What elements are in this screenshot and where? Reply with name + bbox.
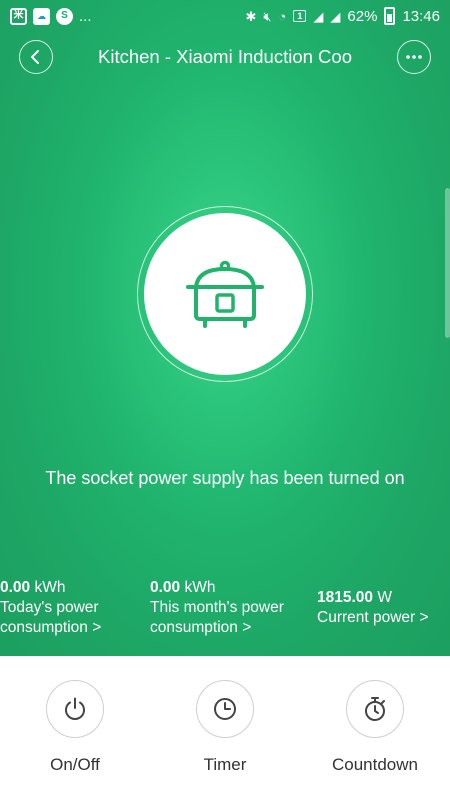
current-unit: W — [377, 589, 392, 606]
mi-home-icon: 米 — [10, 7, 27, 25]
timer-button[interactable] — [196, 680, 254, 738]
month-label-1: This month's power — [150, 599, 284, 616]
status-bar-right: ✱ 🔇︎ ◔ 1 ◢ ◢ 62% 13:46 — [245, 7, 440, 25]
on-off-label: On/Off — [50, 755, 100, 774]
page-title: Kitchen - Xiaomi Induction Coo — [98, 46, 352, 67]
battery-percent: 62% — [347, 7, 378, 25]
power-icon — [65, 697, 85, 720]
signal-icon-2: ◢ — [330, 8, 341, 24]
countdown-button[interactable] — [346, 680, 404, 738]
power-status-message: The socket power supply has been turned … — [45, 468, 405, 488]
today-label-1: Today's power — [0, 599, 99, 616]
timer-tool[interactable]: Timer — [165, 680, 285, 775]
month-consumption[interactable]: 0.00 kWh This month's power consumption … — [150, 578, 284, 638]
mute-icon: 🔇︎ — [263, 8, 272, 24]
countdown-label: Countdown — [331, 755, 418, 774]
status-bar-left: 米 ☁ S ... — [10, 7, 92, 25]
header: Kitchen - Xiaomi Induction Coo — [0, 38, 450, 78]
status-bar: 米 ☁ S ... ✱ 🔇︎ ◔ 1 ◢ ◢ 62% 13:46 — [0, 0, 450, 32]
device-panel: 米 ☁ S ... ✱ 🔇︎ ◔ 1 ◢ ◢ 62% 13:46 Kitchen… — [0, 0, 450, 656]
stopwatch-icon — [365, 697, 385, 721]
device-toggle-circle[interactable] — [144, 213, 306, 375]
current-value: 1815.00 — [317, 589, 374, 606]
cloud-app-icon: ☁ — [33, 7, 50, 25]
clock-icon — [214, 698, 236, 720]
on-off-tool[interactable]: On/Off — [15, 680, 135, 775]
scroll-indicator — [445, 188, 450, 338]
battery-icon — [384, 7, 396, 25]
on-off-button[interactable] — [46, 680, 104, 738]
sim-indicator: 1 — [293, 10, 307, 22]
signal-icon: ◢ — [313, 8, 324, 24]
timer-label: Timer — [203, 755, 247, 774]
bluetooth-icon: ✱ — [245, 8, 257, 24]
today-unit: kWh — [34, 579, 66, 596]
back-button[interactable] — [19, 40, 53, 74]
month-value: 0.00 — [150, 579, 181, 596]
skype-icon: S — [56, 7, 73, 25]
today-consumption-value: 0.00 kWh — [0, 578, 101, 598]
month-label-2: consumption > — [150, 619, 252, 636]
chevron-left-icon — [31, 50, 39, 64]
status-overflow: ... — [79, 7, 92, 25]
cooker-icon — [186, 260, 264, 328]
current-power[interactable]: 1815.00 W Current power > — [317, 588, 429, 628]
wifi-icon: ◔ — [278, 8, 287, 24]
today-consumption[interactable]: 0.00 kWh Today's power consumption > — [0, 578, 101, 638]
clock-time: 13:46 — [402, 7, 440, 25]
countdown-tool[interactable]: Countdown — [315, 680, 435, 775]
current-power-label: Current power > — [317, 609, 429, 626]
more-dots-icon — [406, 55, 422, 59]
today-label-2: consumption > — [0, 619, 102, 636]
month-unit: kWh — [184, 579, 216, 596]
current-power-value: 1815.00 W — [317, 588, 429, 608]
bottom-toolbar: On/Off Timer Countdown — [0, 656, 450, 800]
month-consumption-value: 0.00 kWh — [150, 578, 284, 598]
today-value: 0.00 — [0, 579, 31, 596]
more-button[interactable] — [397, 40, 431, 74]
